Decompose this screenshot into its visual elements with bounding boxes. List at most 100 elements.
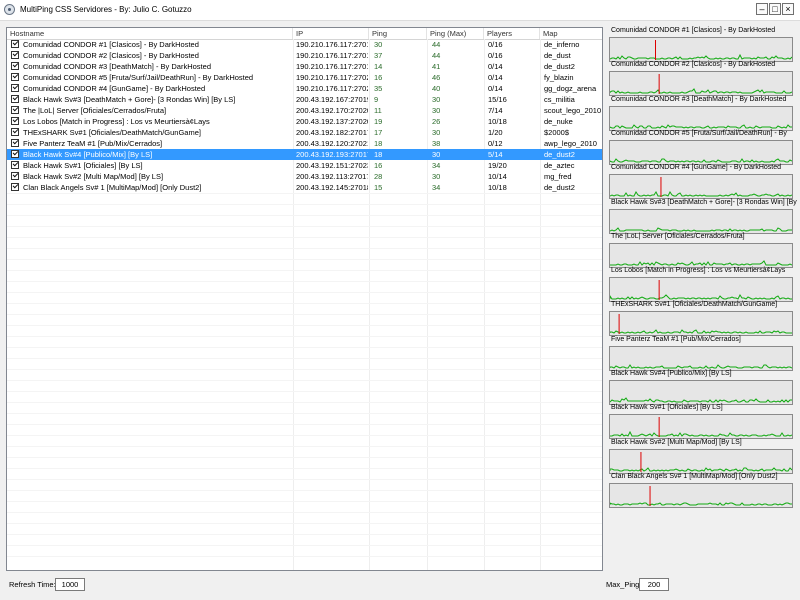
empty-row-line xyxy=(7,292,602,293)
ping-cell: 35 xyxy=(374,84,383,93)
graph-label: The |LoL| Server [Oficiales/Cerrados/Fru… xyxy=(611,232,745,240)
hostname-cell: Black Hawk Sv#2 [Multi Map/Mod] [By LS] xyxy=(23,172,164,181)
row-checkbox[interactable] xyxy=(11,139,19,147)
ping-max-cell: 26 xyxy=(432,117,441,126)
row-checkbox[interactable] xyxy=(11,183,19,191)
ping-graph xyxy=(609,174,793,200)
row-checkbox[interactable] xyxy=(11,172,19,180)
maximize-button[interactable]: □ xyxy=(769,3,781,15)
players-cell: 0/16 xyxy=(488,51,503,60)
refresh-time-label: Refresh Time: xyxy=(9,580,56,589)
table-row[interactable]: Five Panterz TeaM #1 [Pub/Mix/Cerrados] 2… xyxy=(7,138,602,149)
column-header-ping[interactable]: Ping xyxy=(369,28,427,39)
ip-cell: 190.210.176.117:27019 xyxy=(296,62,368,71)
map-cell: de_dust2 xyxy=(544,62,575,71)
row-checkbox[interactable] xyxy=(11,62,19,70)
table-row[interactable]: Black Hawk Sv#4 [Publico/Mix] [By LS] 200… xyxy=(7,149,602,160)
column-header-ip[interactable]: IP xyxy=(293,28,369,39)
empty-row-line xyxy=(7,215,602,216)
graph-label: Comunidad CONDOR #2 [Clasicos] - By Dark… xyxy=(611,61,776,69)
empty-row-line xyxy=(7,270,602,271)
row-checkbox[interactable] xyxy=(11,95,19,103)
players-cell: 7/14 xyxy=(488,106,503,115)
ping-cell: 9 xyxy=(374,95,379,104)
ip-cell: 200.43.192.113:27017 xyxy=(296,172,368,181)
table-row[interactable]: Clan Black Angels Sv# 1 [MultiMap/Mod] [… xyxy=(7,182,602,193)
map-cell: de_inferno xyxy=(544,40,580,49)
ping-graph xyxy=(609,345,793,371)
table-row[interactable]: Los Lobos [Match in Progress] : Los vs M… xyxy=(7,116,602,127)
ip-cell: 190.210.176.117:27026 xyxy=(296,73,368,82)
column-header-ping-max[interactable]: Ping (Max) xyxy=(427,28,484,39)
map-cell: mg_fred xyxy=(544,172,572,181)
players-cell: 15/16 xyxy=(488,95,507,104)
graph-label: Black Hawk Sv#3 [DeathMatch + Gore]- [3 … xyxy=(611,198,797,206)
empty-row-line xyxy=(7,402,602,403)
table-row[interactable]: Black Hawk Sv#2 [Multi Map/Mod] [By LS] 2… xyxy=(7,171,602,182)
hostname-cell: Black Hawk Sv#4 [Publico/Mix] [By LS] xyxy=(23,150,153,159)
empty-row-line xyxy=(7,556,602,557)
players-cell: 19/20 xyxy=(488,161,507,170)
hostname-cell: Clan Black Angels Sv# 1 [MultiMap/Mod] [… xyxy=(23,183,202,192)
empty-row-line xyxy=(7,281,602,282)
table-row[interactable]: Comunidad CONDOR #2 [Clasicos] - By Dark… xyxy=(7,50,602,61)
table-row[interactable]: Comunidad CONDOR #4 [GunGame] - By DarkH… xyxy=(7,83,602,94)
graph-label: Comunidad CONDOR #1 [Clasicos] - By Dark… xyxy=(611,27,776,34)
ping-graph-svg xyxy=(610,259,792,266)
ping-trace xyxy=(610,259,792,266)
empty-row-line xyxy=(7,204,602,205)
row-checkbox[interactable] xyxy=(11,51,19,59)
max-ping-input[interactable]: 200 xyxy=(639,578,669,591)
ping-max-cell: 40 xyxy=(432,84,441,93)
empty-row-line xyxy=(7,534,602,535)
ping-trace xyxy=(610,226,792,232)
ping-trace xyxy=(610,502,792,506)
players-cell: 0/16 xyxy=(488,40,503,49)
table-row[interactable]: The |LoL| Server [Oficiales/Cerrados/Fru… xyxy=(7,105,602,116)
minimize-button[interactable]: – xyxy=(756,3,768,15)
players-cell: 10/14 xyxy=(488,172,507,181)
row-checkbox[interactable] xyxy=(11,40,19,48)
map-cell: cs_militia xyxy=(544,95,575,104)
ping-trace xyxy=(610,53,792,60)
map-cell: de_dust xyxy=(544,51,571,60)
graph-label: Comunidad CONDOR #3 [DeathMatch] - By Da… xyxy=(611,95,787,103)
row-checkbox[interactable] xyxy=(11,161,19,169)
column-header-hostname[interactable]: Hostname xyxy=(7,28,293,39)
column-header-map[interactable]: Map xyxy=(540,28,602,39)
row-checkbox[interactable] xyxy=(11,84,19,92)
ping-graph-svg xyxy=(610,485,792,506)
ip-cell: 200.43.192.145:27018 xyxy=(296,183,368,192)
row-checkbox[interactable] xyxy=(11,117,19,125)
row-checkbox[interactable] xyxy=(11,128,19,136)
ping-cell: 16 xyxy=(374,161,383,170)
table-row[interactable]: Comunidad CONDOR #5 [Fruta/Surf/Jail/Dea… xyxy=(7,72,602,83)
table-row[interactable]: Black Hawk Sv#1 [Oficiales] [By LS] 200.4… xyxy=(7,160,602,171)
table-row[interactable]: Comunidad CONDOR #3 [DeathMatch] - By Da… xyxy=(7,61,602,72)
graph-label: Los Lobos [Match in Progress] : Los vs M… xyxy=(611,267,786,275)
ping-graph-svg xyxy=(610,40,792,60)
table-row[interactable]: Black Hawk Sv#3 [DeathMatch + Gore]- [3 … xyxy=(7,94,602,105)
empty-row-line xyxy=(7,358,602,359)
empty-row-line xyxy=(7,248,602,249)
row-checkbox[interactable] xyxy=(11,106,19,114)
ping-max-cell: 44 xyxy=(432,40,441,49)
empty-row-line xyxy=(7,336,602,337)
refresh-time-input[interactable]: 1000 xyxy=(55,578,85,591)
table-row[interactable]: Comunidad CONDOR #1 [Clasicos] - By Dark… xyxy=(7,39,602,50)
empty-row-line xyxy=(7,424,602,425)
close-button[interactable]: × xyxy=(782,3,794,15)
row-checkbox[interactable] xyxy=(11,73,19,81)
table-row[interactable]: THExSHARK Sv#1 [Oficiales/DeathMatch/Gun… xyxy=(7,127,602,138)
ping-max-cell: 30 xyxy=(432,128,441,137)
ping-graph-svg xyxy=(610,280,792,301)
ping-cell: 18 xyxy=(374,150,383,159)
map-cell: fy_blazin xyxy=(544,73,574,82)
ping-graph xyxy=(609,208,793,234)
ip-cell: 200.43.192.182:27017 xyxy=(296,128,368,137)
graph-label: THExSHARK Sv#1 [Oficiales/DeathMatch/Gun… xyxy=(611,301,778,309)
column-header-players[interactable]: Players xyxy=(484,28,540,39)
empty-row-line xyxy=(7,259,602,260)
row-checkbox[interactable] xyxy=(11,150,19,158)
server-list[interactable]: Hostname IP Ping Ping (Max) Players Map … xyxy=(6,27,603,571)
